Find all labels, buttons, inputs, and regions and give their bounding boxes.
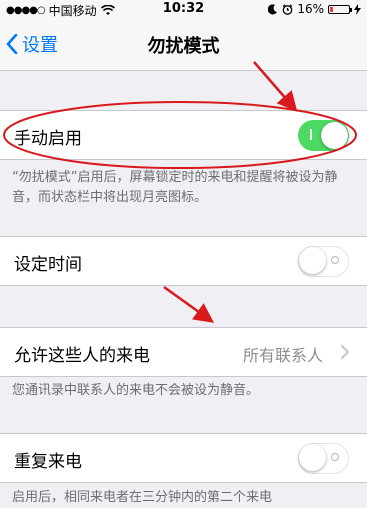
charging-icon xyxy=(354,3,361,15)
toggle-knob xyxy=(299,444,326,471)
manual-enable-footer: “勿扰模式”启用后，屏幕锁定时的来电和提醒将被设为静音，而状态栏中将出现月亮图标… xyxy=(12,170,338,205)
allow-calls-value: 所有联系人 xyxy=(242,346,323,365)
repeated-calls-label: 重复来电 xyxy=(14,452,82,472)
allow-calls-footer: 您通讯录中联系人的来电不会被设为静音。 xyxy=(12,383,260,398)
moon-icon xyxy=(268,3,278,14)
battery-percent: 16% xyxy=(297,2,324,16)
allow-calls-row[interactable]: 允许这些人的来电 所有联系人 xyxy=(0,327,367,377)
annotation-arrow-scheduled xyxy=(163,285,215,323)
battery-icon xyxy=(328,4,352,14)
scheduled-label: 设定时间 xyxy=(14,255,82,275)
repeated-calls-row: 重复来电 xyxy=(0,433,367,483)
page-title: 勿扰模式 xyxy=(147,36,220,57)
alarm-icon xyxy=(282,3,293,15)
repeated-calls-footer: 启用后，相同来电者在三分钟内的第二个来电 xyxy=(12,490,273,505)
navigation-bar: 设置 勿扰模式 xyxy=(0,20,367,71)
scheduled-toggle[interactable] xyxy=(298,246,349,277)
toggle-off-mark xyxy=(331,256,339,264)
toggle-knob xyxy=(321,122,348,149)
toggle-off-mark xyxy=(331,453,339,461)
allow-calls-label: 允许这些人的来电 xyxy=(14,346,150,366)
manual-enable-row: 手动启用 xyxy=(0,110,367,160)
scheduled-row: 设定时间 xyxy=(0,236,367,286)
status-bar: ●●●●○ 中国移动 10:32 16% xyxy=(0,0,367,20)
toggle-on-mark xyxy=(310,129,312,140)
manual-enable-toggle[interactable] xyxy=(298,120,349,151)
chevron-right-icon xyxy=(341,345,349,359)
manual-enable-label: 手动启用 xyxy=(14,129,82,149)
toggle-knob xyxy=(299,247,326,274)
battery-level xyxy=(330,6,333,12)
status-right: 16% xyxy=(268,2,361,16)
repeated-calls-toggle[interactable] xyxy=(298,443,349,474)
